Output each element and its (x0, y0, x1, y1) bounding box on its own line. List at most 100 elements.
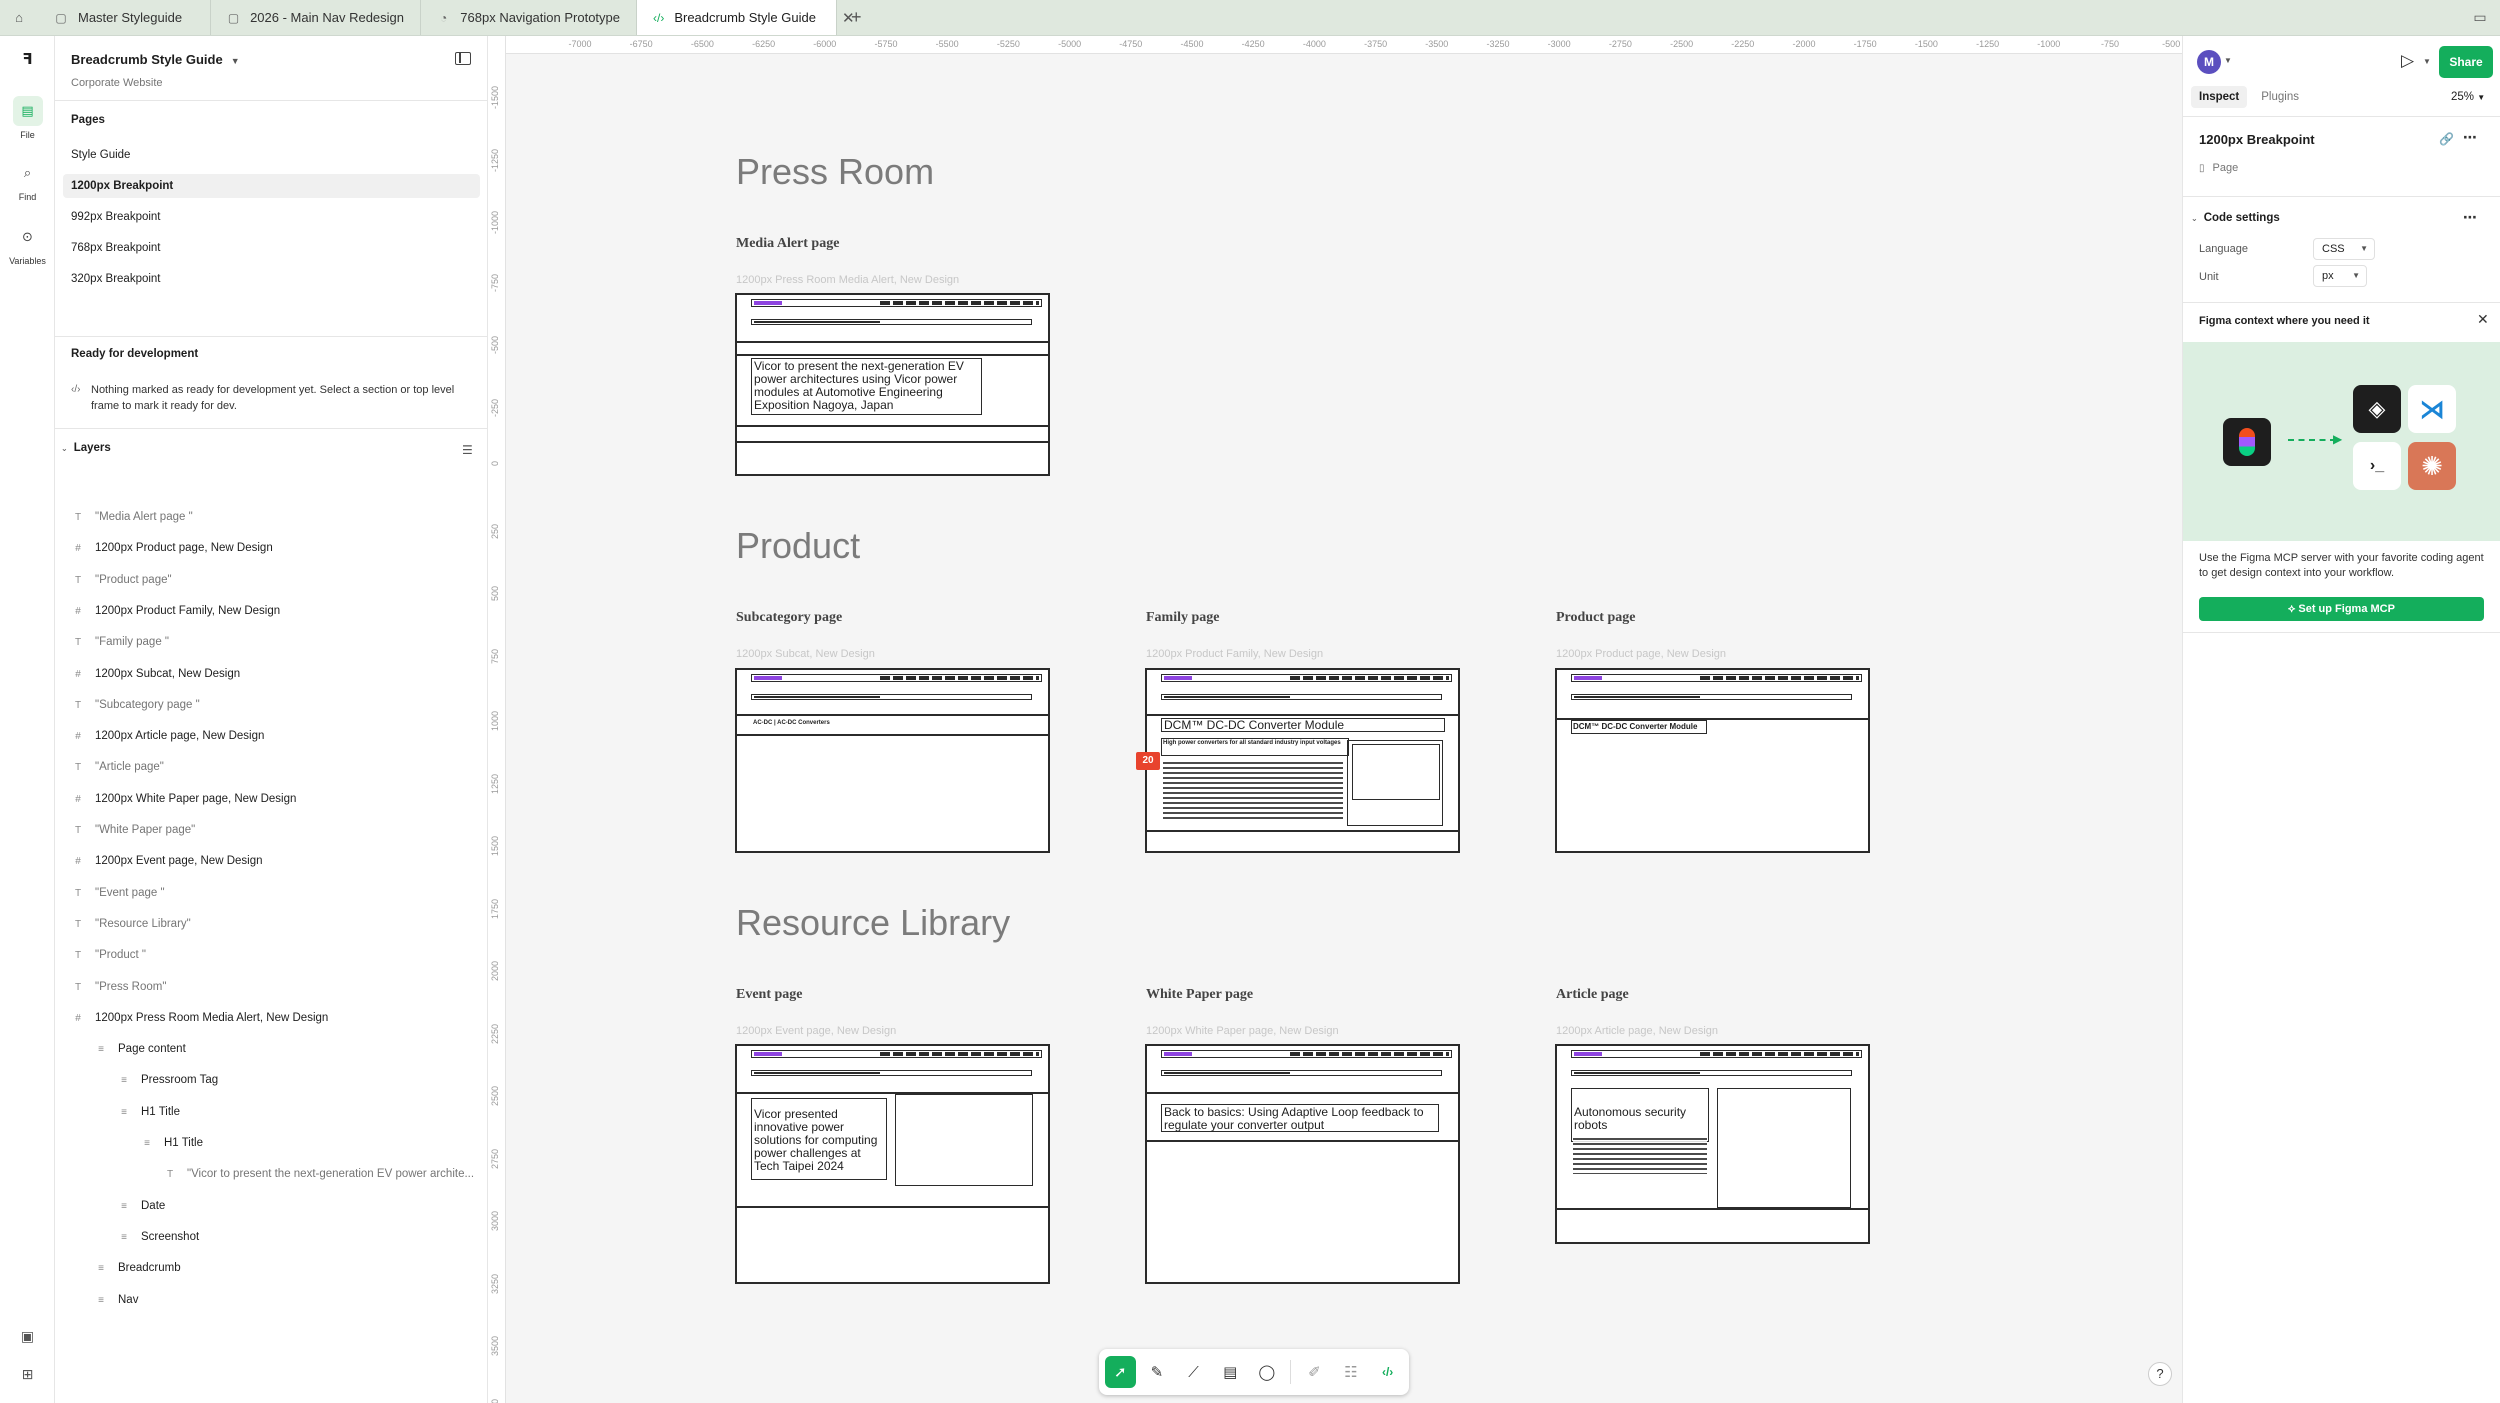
layer-item[interactable]: T "White Paper page" (71, 820, 481, 840)
pen-tool-icon[interactable]: ✎ (1142, 1356, 1173, 1388)
setup-mcp-button[interactable]: ⟡ Set up Figma MCP (2199, 597, 2484, 621)
notifications-icon[interactable]: ▭ (2460, 0, 2500, 35)
layer-item[interactable]: T "Subcategory page " (71, 695, 481, 715)
layer-label: Screenshot (141, 1230, 200, 1243)
autolayout-layer-icon: ≡ (144, 1138, 150, 1149)
page-1200px-breakpoint[interactable]: 1200px Breakpoint (63, 174, 480, 198)
layer-item[interactable]: #1200px Subcat, New Design (71, 664, 481, 684)
body-text-block (1573, 1138, 1707, 1174)
tab-master-styleguide[interactable]: ▢ Master Styleguide (38, 0, 211, 35)
layer-item[interactable]: T "Family page " (71, 632, 481, 652)
page-320px-breakpoint[interactable]: 320px Breakpoint (63, 267, 480, 291)
rail-variables[interactable]: ⊙ Variables (0, 222, 55, 266)
unit-label: Unit (2199, 271, 2219, 283)
layer-item[interactable]: #1200px White Paper page, New Design (71, 789, 481, 809)
layer-item[interactable]: T "Media Alert page " (71, 507, 481, 527)
assets-icon[interactable]: ▣ (0, 1328, 55, 1345)
canvas[interactable]: -7000 -6750 -6500 -6250 -6000 -5750 -5500 -5250… (488, 36, 2182, 1403)
new-tab-plus-icon[interactable]: + (837, 0, 876, 35)
measure-tool-icon[interactable]: ⟋ (1178, 1356, 1209, 1388)
language-select[interactable]: CSS ▼ (2313, 238, 2375, 260)
layer-item[interactable]: T "Press Room" (71, 977, 481, 997)
close-icon[interactable]: ✕ (2477, 311, 2489, 328)
tab-main-nav-redesign[interactable]: ▢ 2026 - Main Nav Redesign (211, 0, 421, 35)
more-options-icon[interactable]: ⋯ (2463, 129, 2478, 146)
help-icon[interactable]: ? (2148, 1362, 2172, 1386)
move-tool-icon[interactable]: ➚ (1105, 1356, 1136, 1388)
frame-subcategory[interactable]: AC-DC | AC-DC Converters (735, 668, 1050, 853)
more-options-icon[interactable]: ⋯ (2463, 209, 2478, 226)
file-icon: ▢ (55, 10, 67, 25)
sidebar-toggle-icon[interactable] (455, 52, 471, 65)
frame-nav (1161, 674, 1452, 682)
layer-item[interactable]: T "Article page" (71, 757, 481, 777)
layer-item[interactable]: ≡ Nav (94, 1290, 481, 1310)
frame-media-alert[interactable]: Vicor to present the next-generation EV … (735, 293, 1050, 476)
unit-select[interactable]: px ▼ (2313, 265, 2367, 287)
plugins-icon[interactable]: ⊞ (0, 1366, 55, 1383)
frame-product[interactable]: DCM™ DC-DC Converter Module (1555, 668, 1870, 853)
layer-item[interactable]: #1200px Product Family, New Design (71, 601, 481, 621)
comment-tool-icon[interactable]: ◯ (1252, 1356, 1283, 1388)
collapse-layers-icon[interactable]: ☰ (462, 443, 473, 457)
page-768px-breakpoint[interactable]: 768px Breakpoint (63, 236, 480, 260)
dev-mode-icon[interactable]: ‹/› (1372, 1356, 1403, 1388)
frame-heading: Autonomous security robots (1574, 1105, 1687, 1132)
layer-item[interactable]: T "Product " (71, 945, 481, 965)
horizontal-ruler: -7000 -6750 -6500 -6250 -6000 -5750 -5500 -5250… (488, 36, 2182, 54)
layer-item[interactable]: ≡ Page content (94, 1039, 481, 1059)
link-icon[interactable]: 🔗 (2439, 132, 2454, 146)
home-icon[interactable]: ⌂ (0, 0, 38, 35)
draw-tool-icon[interactable]: ✐ (1299, 1356, 1330, 1388)
rail-find[interactable]: ⌕ Find (0, 158, 55, 202)
layer-item[interactable]: ≡ H1 Title (140, 1133, 481, 1153)
properties-tool-icon[interactable]: ☷ (1336, 1356, 1367, 1388)
frame-family[interactable]: DCM™ DC-DC Converter Module High power c… (1145, 668, 1460, 853)
file-title[interactable]: Breadcrumb Style Guide ▼ (71, 52, 240, 67)
layer-item[interactable]: T "Product page" (71, 570, 481, 590)
layer-label: 1200px White Paper page, New Design (95, 792, 297, 805)
annotate-tool-icon[interactable]: ▤ (1215, 1356, 1246, 1388)
divider (1147, 830, 1458, 832)
tab-navigation-prototype[interactable]: ◔ 768px Navigation Prototype (421, 0, 637, 35)
figma-menu-icon[interactable]: ꟻ (0, 50, 55, 68)
page-992px-breakpoint[interactable]: 992px Breakpoint (63, 205, 480, 229)
chevron-down-icon[interactable]: ▼ (2423, 57, 2431, 66)
ruler-tick-label: 3500 (490, 1336, 500, 1357)
layer-item[interactable]: #1200px Product page, New Design (71, 538, 481, 558)
layers-heading[interactable]: ⌄ Layers (61, 442, 111, 454)
layer-item[interactable]: ≡ Breadcrumb (94, 1258, 481, 1278)
share-button[interactable]: Share (2439, 46, 2493, 78)
project-name: Corporate Website (71, 77, 163, 89)
zoom-level[interactable]: 25% ▼ (2451, 91, 2485, 103)
layer-item[interactable]: T "Vicor to present the next-generation E… (163, 1164, 481, 1184)
chevron-down-icon[interactable]: ▼ (2224, 56, 2232, 65)
layer-item[interactable]: ≡ Pressroom Tag (117, 1070, 481, 1090)
tab-breadcrumb-style-guide[interactable]: ‹/› Breadcrumb Style Guide ✕ (637, 0, 855, 35)
layer-item[interactable]: T "Event page " (71, 883, 481, 903)
tab-plugins[interactable]: Plugins (2253, 86, 2307, 108)
cursor-app-icon: ◈ (2353, 385, 2401, 433)
frame-white-paper[interactable]: Back to basics: Using Adaptive Loop feed… (1145, 1044, 1460, 1284)
figma-logo-icon (2223, 418, 2271, 466)
present-play-icon[interactable]: ▷ (2401, 51, 2414, 71)
frame-article[interactable]: Autonomous security robots (1555, 1044, 1870, 1244)
ruler-tick-label: -1250 (1976, 39, 2000, 49)
code-settings-heading[interactable]: ⌄ Code settings (2191, 212, 2280, 224)
comment-badge[interactable]: 20 (1136, 752, 1160, 770)
layer-item[interactable]: #1200px Event page, New Design (71, 851, 481, 871)
tab-inspect[interactable]: Inspect (2191, 86, 2248, 108)
section-title-resource-library: Resource Library (736, 902, 1011, 943)
layer-item[interactable]: #1200px Article page, New Design (71, 726, 481, 746)
layer-item[interactable]: ≡ Screenshot (117, 1227, 481, 1247)
layer-item[interactable]: T "Resource Library" (71, 914, 481, 934)
rail-file[interactable]: ▤ File (0, 96, 55, 140)
text-layer-icon: T (74, 512, 82, 523)
page-style-guide[interactable]: Style Guide (63, 143, 480, 167)
inspector-tabs: Inspect Plugins (2191, 86, 2307, 108)
avatar[interactable]: M (2197, 50, 2221, 74)
layer-item[interactable]: ≡ H1 Title (117, 1102, 481, 1122)
layer-item[interactable]: ≡ Date (117, 1196, 481, 1216)
frame-event[interactable]: Vicor presented innovative power solutio… (735, 1044, 1050, 1284)
layer-item[interactable]: #1200px Press Room Media Alert, New Desi… (71, 1008, 481, 1028)
